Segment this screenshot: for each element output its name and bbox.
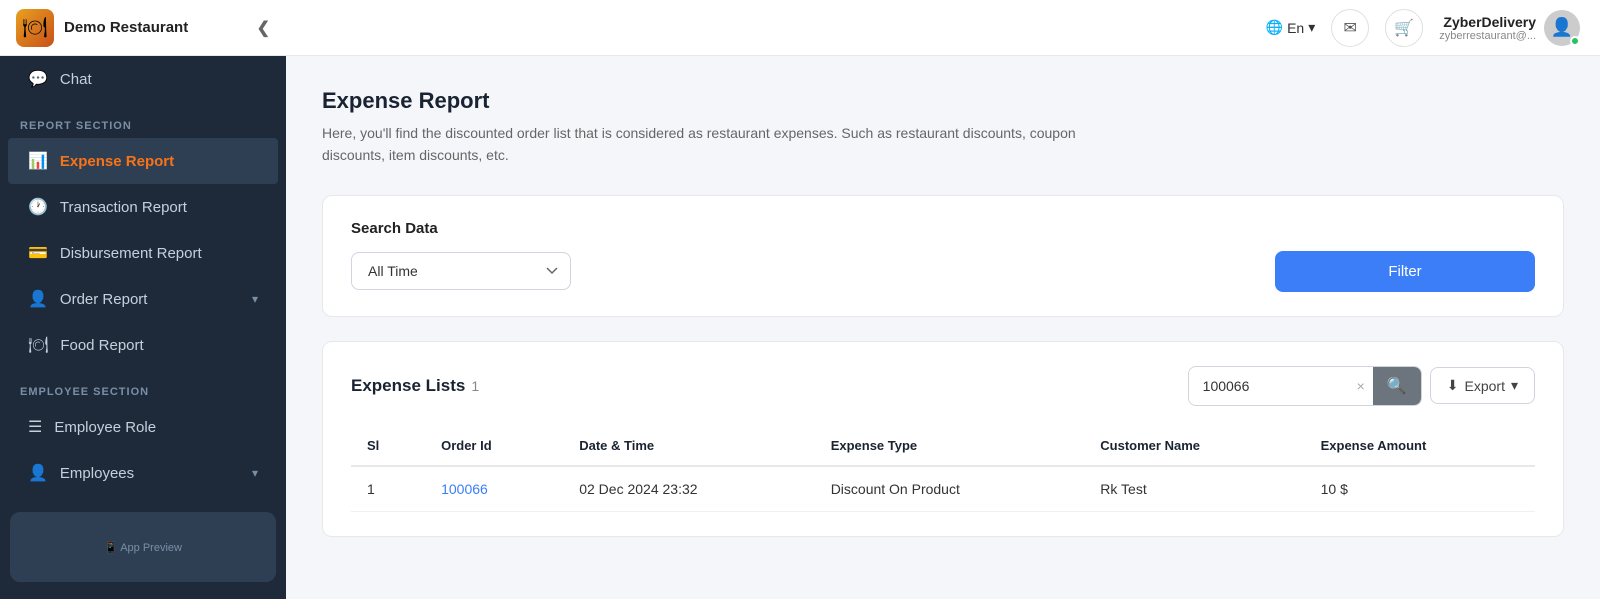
search-clear-button[interactable]: × xyxy=(1349,378,1373,394)
disbursement-report-icon: 💳 xyxy=(28,243,48,263)
expense-table: Sl Order Id Date & Time Expense Type Cus… xyxy=(351,426,1535,512)
expense-report-icon: 📊 xyxy=(28,151,48,171)
avatar: 👤 xyxy=(1544,10,1580,46)
export-download-icon: ⬇ xyxy=(1447,377,1459,394)
cell-date-time: 02 Dec 2024 23:32 xyxy=(563,466,814,512)
expense-report-label: Expense Report xyxy=(60,153,258,170)
cell-expense-amount: 10 $ xyxy=(1305,466,1535,512)
order-report-label: Order Report xyxy=(60,291,240,308)
cart-button[interactable]: 🛒 xyxy=(1385,9,1423,47)
lists-actions: × 🔍 ⬇ Export ▾ xyxy=(1188,366,1535,406)
export-label: Export xyxy=(1465,378,1505,394)
employee-role-label: Employee Role xyxy=(54,419,258,436)
table-row: 1 100066 02 Dec 2024 23:32 Discount On P… xyxy=(351,466,1535,512)
cell-sl: 1 xyxy=(351,466,425,512)
topbar: 🍽 Demo Restaurant ❮ 🌐 En ▾ ✉ 🛒 ZyberDeli… xyxy=(0,0,1600,56)
avatar-icon: 👤 xyxy=(1551,17,1573,38)
time-select[interactable]: All Time Today This Week This Month This… xyxy=(351,252,571,290)
search-go-button[interactable]: 🔍 xyxy=(1373,367,1421,405)
main-content: Expense Report Here, you'll find the dis… xyxy=(286,56,1600,599)
filter-button[interactable]: Filter xyxy=(1275,251,1535,292)
sidebar-chat-label: Chat xyxy=(60,71,258,88)
promo-placeholder: 📱 App Preview xyxy=(104,541,182,554)
sidebar-promo-banner: 📱 App Preview xyxy=(10,512,276,582)
transaction-report-icon: 🕐 xyxy=(28,197,48,217)
lang-chevron-icon: ▾ xyxy=(1308,19,1315,36)
employees-chevron-icon: ▾ xyxy=(252,466,258,480)
search-data-label: Search Data xyxy=(351,220,1535,237)
page-title: Expense Report xyxy=(322,88,1564,114)
transaction-report-label: Transaction Report xyxy=(60,199,258,216)
sidebar-item-employees[interactable]: 👤 Employees ▾ xyxy=(8,450,278,496)
chat-icon: 💬 xyxy=(28,69,48,89)
sidebar-item-chat[interactable]: 💬 Chat xyxy=(8,56,278,102)
employee-section-label: EMPLOYEE SECTION xyxy=(0,368,286,404)
app-title: Demo Restaurant xyxy=(64,19,247,36)
sidebar-item-employee-role[interactable]: ☰ Employee Role xyxy=(8,404,278,450)
expense-lists-card: Expense Lists 1 × 🔍 ⬇ Export ▾ xyxy=(322,341,1564,537)
expense-lists-count: 1 xyxy=(471,378,479,394)
search-row: All Time Today This Week This Month This… xyxy=(351,251,1535,292)
online-status-dot xyxy=(1570,36,1580,46)
food-report-label: Food Report xyxy=(60,337,258,354)
order-report-chevron-icon: ▾ xyxy=(252,292,258,306)
collapse-button[interactable]: ❮ xyxy=(257,18,270,38)
export-chevron-icon: ▾ xyxy=(1511,377,1518,394)
sidebar-item-transaction-report[interactable]: 🕐 Transaction Report xyxy=(8,184,278,230)
disbursement-report-label: Disbursement Report xyxy=(60,245,258,262)
col-expense-type: Expense Type xyxy=(815,426,1085,466)
col-sl: Sl xyxy=(351,426,425,466)
cell-expense-type: Discount On Product xyxy=(815,466,1085,512)
mail-button[interactable]: ✉ xyxy=(1331,9,1369,47)
sidebar: 💬 Chat REPORT SECTION 📊 Expense Report 🕐… xyxy=(0,56,286,599)
employees-label: Employees xyxy=(60,465,240,482)
user-email: zyberrestaurant@... xyxy=(1439,30,1536,42)
user-name: ZyberDelivery xyxy=(1439,14,1536,30)
employees-icon: 👤 xyxy=(28,463,48,483)
food-report-icon: 🍽 xyxy=(28,335,48,355)
expense-lists-title: Expense Lists xyxy=(351,376,465,396)
page-description: Here, you'll find the discounted order l… xyxy=(322,122,1082,167)
search-icon: 🔍 xyxy=(1387,378,1407,395)
language-button[interactable]: 🌐 En ▾ xyxy=(1266,19,1316,36)
col-expense-amount: Expense Amount xyxy=(1305,426,1535,466)
lists-header: Expense Lists 1 × 🔍 ⬇ Export ▾ xyxy=(351,366,1535,406)
lang-label: En xyxy=(1287,20,1304,36)
sidebar-item-disbursement-report[interactable]: 💳 Disbursement Report xyxy=(8,230,278,276)
main-layout: 💬 Chat REPORT SECTION 📊 Expense Report 🕐… xyxy=(0,56,1600,599)
lang-flag-icon: 🌐 xyxy=(1266,19,1283,36)
cell-order-id: 100066 xyxy=(425,466,563,512)
search-input[interactable] xyxy=(1189,369,1349,403)
search-data-card: Search Data All Time Today This Week Thi… xyxy=(322,195,1564,317)
employee-role-icon: ☰ xyxy=(28,417,42,437)
report-section-label: REPORT SECTION xyxy=(0,102,286,138)
topbar-left: 🍽 Demo Restaurant ❮ xyxy=(0,9,286,47)
order-id-link[interactable]: 100066 xyxy=(441,481,488,497)
table-header-row: Sl Order Id Date & Time Expense Type Cus… xyxy=(351,426,1535,466)
cart-icon: 🛒 xyxy=(1394,18,1414,38)
user-info[interactable]: ZyberDelivery zyberrestaurant@... 👤 xyxy=(1439,10,1580,46)
col-date-time: Date & Time xyxy=(563,426,814,466)
cell-customer-name: Rk Test xyxy=(1084,466,1304,512)
mail-icon: ✉ xyxy=(1344,18,1357,38)
export-button[interactable]: ⬇ Export ▾ xyxy=(1430,367,1535,404)
col-order-id: Order Id xyxy=(425,426,563,466)
sidebar-item-food-report[interactable]: 🍽 Food Report xyxy=(8,322,278,368)
sidebar-item-order-report[interactable]: 👤 Order Report ▾ xyxy=(8,276,278,322)
topbar-right: 🌐 En ▾ ✉ 🛒 ZyberDelivery zyberrestaurant… xyxy=(1266,9,1580,47)
app-logo: 🍽 xyxy=(16,9,54,47)
order-report-icon: 👤 xyxy=(28,289,48,309)
sidebar-item-expense-report[interactable]: 📊 Expense Report xyxy=(8,138,278,184)
col-customer-name: Customer Name xyxy=(1084,426,1304,466)
search-input-wrap: × 🔍 xyxy=(1188,366,1422,406)
